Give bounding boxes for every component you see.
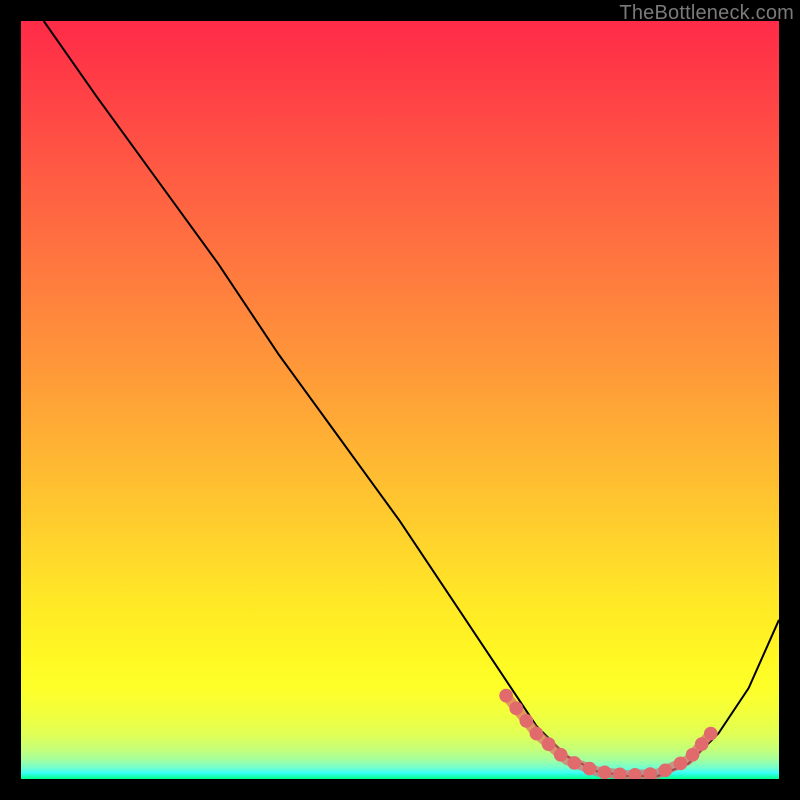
optimal-band-dot xyxy=(583,762,597,776)
optimal-band-dot xyxy=(695,737,709,751)
optimal-band-dot xyxy=(554,748,568,762)
chart-stage: TheBottleneck.com xyxy=(0,0,800,800)
plot-area xyxy=(21,21,779,779)
optimal-band-dot xyxy=(499,689,513,703)
curve-layer xyxy=(21,21,779,779)
optimal-band-dot xyxy=(674,757,688,771)
optimal-band-dot xyxy=(658,763,672,777)
optimal-band-dot xyxy=(568,756,582,770)
optimal-band-dot xyxy=(686,748,700,762)
optimal-band-dot xyxy=(542,737,556,751)
bottleneck-curve xyxy=(44,21,779,776)
optimal-band-dot xyxy=(509,701,523,715)
optimal-band-dot xyxy=(530,727,544,741)
optimal-band-dot xyxy=(598,766,612,779)
optimal-band-dot xyxy=(704,727,718,741)
watermark-text: TheBottleneck.com xyxy=(619,2,794,25)
optimal-band-dot xyxy=(520,714,534,728)
